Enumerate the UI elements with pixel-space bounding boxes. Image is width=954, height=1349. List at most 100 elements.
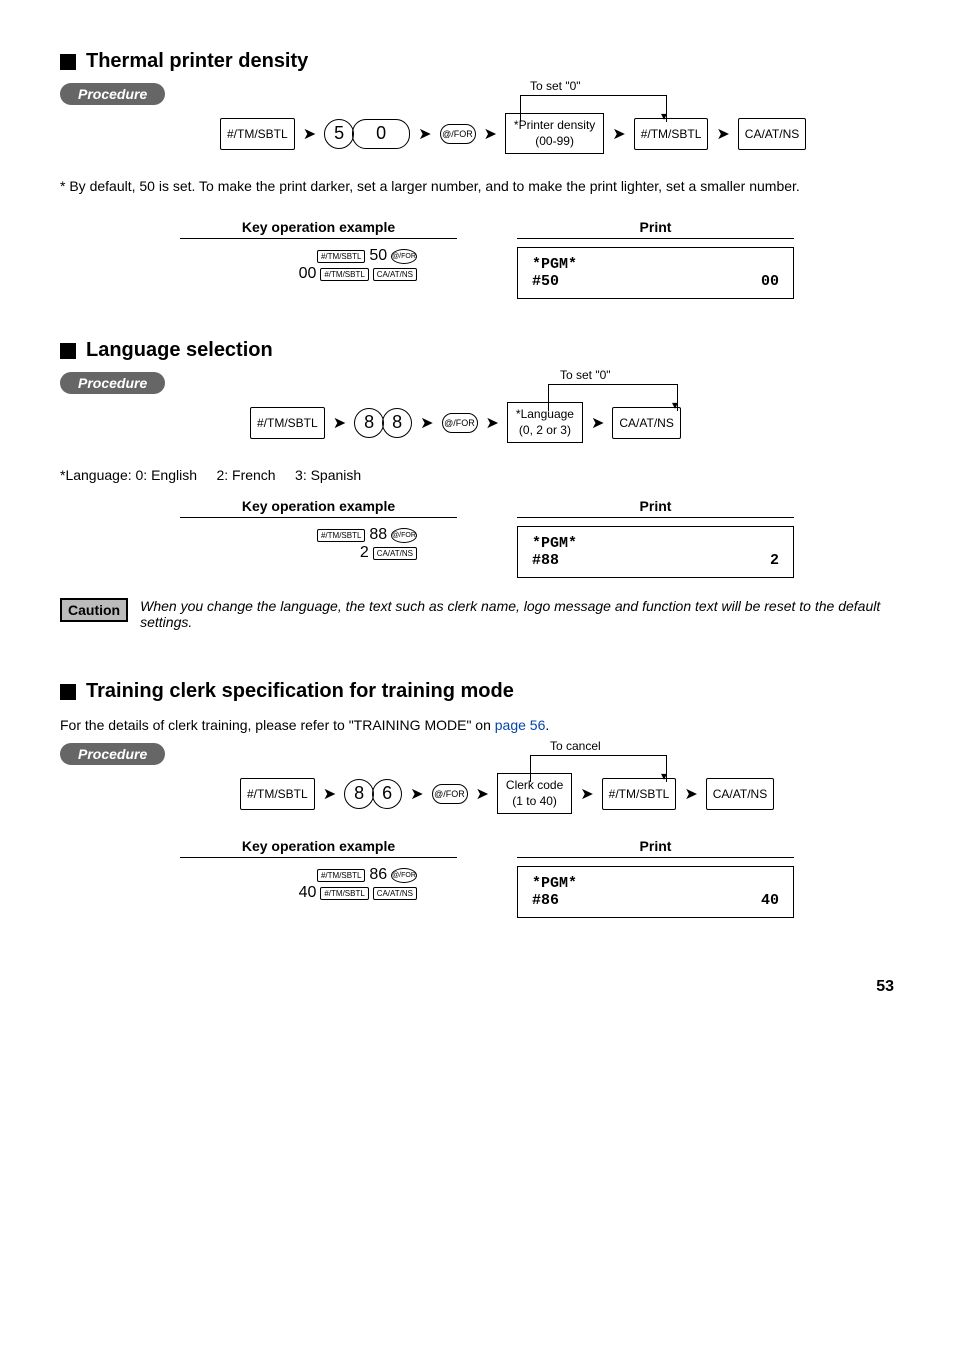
digit-8-key: 8: [354, 408, 384, 438]
procedure-label: Procedure: [60, 743, 165, 765]
mini-caatns: CA/AT/NS: [373, 547, 417, 560]
intro-post: .: [545, 717, 549, 733]
arrow-icon: ➤: [295, 124, 324, 144]
procedure-label: Procedure: [60, 372, 165, 394]
heading-thermal: Thermal printer density: [86, 50, 308, 73]
example-row-1: Key operation example #/TM/SBTL 50 @/FOR…: [180, 219, 794, 299]
arrow-icon: ➤: [412, 413, 441, 433]
param-bot: (00-99): [535, 134, 574, 148]
print-box-2: *PGM* #88 2: [517, 526, 794, 578]
procedure-label: Procedure: [60, 83, 165, 105]
key-op-header: Key operation example: [180, 838, 457, 858]
print-line2: #88: [532, 552, 559, 569]
param-bot: (1 to 40): [512, 794, 557, 808]
print-line1: *PGM*: [532, 535, 577, 552]
mini-caatns: CA/AT/NS: [373, 268, 417, 281]
digit-8-key: 8: [382, 408, 412, 438]
heading-training: Training clerk specification for trainin…: [86, 680, 514, 703]
language-legend: *Language: 0: English 2: French 3: Spani…: [60, 467, 894, 483]
mini-atfor: @/FOR: [391, 249, 417, 264]
arrow-icon: ➤: [583, 413, 612, 433]
print-line1: *PGM*: [532, 256, 577, 273]
bullet-square: [60, 684, 76, 700]
print-box-3: *PGM* #86 40: [517, 866, 794, 918]
key-ops-1: #/TM/SBTL 50 @/FOR 00 #/TM/SBTL CA/AT/NS: [180, 247, 457, 283]
section-title-3: Training clerk specification for trainin…: [60, 680, 894, 703]
arrow-icon: ➤: [325, 413, 354, 433]
param-clerk-code: Clerk code (1 to 40): [497, 773, 572, 814]
caution-label: Caution: [60, 598, 128, 622]
toset-label: To set "0": [530, 79, 581, 93]
section-title-1: Thermal printer density: [60, 50, 894, 73]
arrow-icon: ➤: [708, 124, 737, 144]
heading-language: Language selection: [86, 339, 273, 362]
tmsbtl-key: #/TM/SBTL: [602, 778, 677, 810]
digit-6-key: 6: [372, 779, 402, 809]
param-top: *Printer density: [514, 118, 595, 132]
arrow-icon: ➤: [468, 784, 497, 804]
print-header: Print: [517, 219, 794, 239]
example-row-2: Key operation example #/TM/SBTL 88 @/FOR…: [180, 498, 794, 578]
print-header: Print: [517, 498, 794, 518]
flow-thermal: Procedure To set "0" ▾ #/TM/SBTL ➤ 5 0 ➤…: [60, 83, 894, 163]
digit-8-key: 8: [344, 779, 374, 809]
atfor-key: @/FOR: [442, 413, 478, 433]
toset-label: To set "0": [560, 368, 611, 382]
param-printer-density: *Printer density (00-99): [505, 113, 604, 154]
param-language: *Language (0, 2 or 3): [507, 402, 583, 443]
print-val: 00: [761, 273, 779, 290]
param-bot: (0, 2 or 3): [519, 423, 571, 437]
page-56-link[interactable]: page 56: [495, 717, 546, 733]
num-50: 50: [369, 247, 387, 264]
key-op-header: Key operation example: [180, 219, 457, 239]
print-box-1: *PGM* #50 00: [517, 247, 794, 299]
tmsbtl-key: #/TM/SBTL: [220, 118, 295, 150]
key-op-header: Key operation example: [180, 498, 457, 518]
arrow-icon: ➤: [572, 784, 601, 804]
intro-training: For the details of clerk training, pleas…: [60, 717, 894, 733]
mini-caatns: CA/AT/NS: [373, 887, 417, 900]
num-40: 40: [299, 884, 317, 901]
flow-language: Procedure To set "0" ▾ #/TM/SBTL ➤ 8 8 ➤…: [60, 372, 894, 452]
param-top: Clerk code: [506, 778, 563, 792]
digit-0-key: 0: [352, 119, 410, 149]
bullet-square: [60, 343, 76, 359]
footnote-default50: * By default, 50 is set. To make the pri…: [60, 178, 894, 194]
intro-pre: For the details of clerk training, pleas…: [60, 717, 495, 733]
arrow-icon: ➤: [604, 124, 633, 144]
arrow-icon: ➤: [676, 784, 705, 804]
section-title-2: Language selection: [60, 339, 894, 362]
caatns-key: CA/AT/NS: [706, 778, 774, 810]
param-top: *Language: [516, 407, 574, 421]
tmsbtl-key: #/TM/SBTL: [240, 778, 315, 810]
num-00: 00: [299, 265, 317, 282]
caution-text: When you change the language, the text s…: [140, 598, 894, 630]
tmsbtl-key: #/TM/SBTL: [250, 407, 325, 439]
mini-tmsbtl: #/TM/SBTL: [317, 529, 365, 542]
print-header: Print: [517, 838, 794, 858]
mini-atfor: @/FOR: [391, 528, 417, 543]
toset-label: To cancel: [550, 739, 601, 753]
mini-tmsbtl: #/TM/SBTL: [320, 268, 368, 281]
mini-tmsbtl: #/TM/SBTL: [317, 250, 365, 263]
arrow-icon: ➤: [315, 784, 344, 804]
num-86: 86: [369, 866, 387, 883]
atfor-key: @/FOR: [432, 784, 468, 804]
key-ops-3: #/TM/SBTL 86 @/FOR 40 #/TM/SBTL CA/AT/NS: [180, 866, 457, 902]
mini-tmsbtl: #/TM/SBTL: [317, 869, 365, 882]
bullet-square: [60, 54, 76, 70]
arrow-icon: ➤: [476, 124, 505, 144]
example-row-3: Key operation example #/TM/SBTL 86 @/FOR…: [180, 838, 794, 918]
print-val: 40: [761, 892, 779, 909]
print-line2: #86: [532, 892, 559, 909]
num-88: 88: [369, 526, 387, 543]
page-number: 53: [60, 978, 894, 996]
tmsbtl-key: #/TM/SBTL: [634, 118, 709, 150]
mini-atfor: @/FOR: [391, 868, 417, 883]
num-2: 2: [360, 544, 369, 561]
digit-5-key: 5: [324, 119, 354, 149]
caatns-key: CA/AT/NS: [612, 407, 680, 439]
flow-training: Procedure To cancel ▾ #/TM/SBTL ➤ 8 6 ➤ …: [60, 743, 894, 823]
atfor-key: @/FOR: [440, 124, 476, 144]
caatns-key: CA/AT/NS: [738, 118, 806, 150]
